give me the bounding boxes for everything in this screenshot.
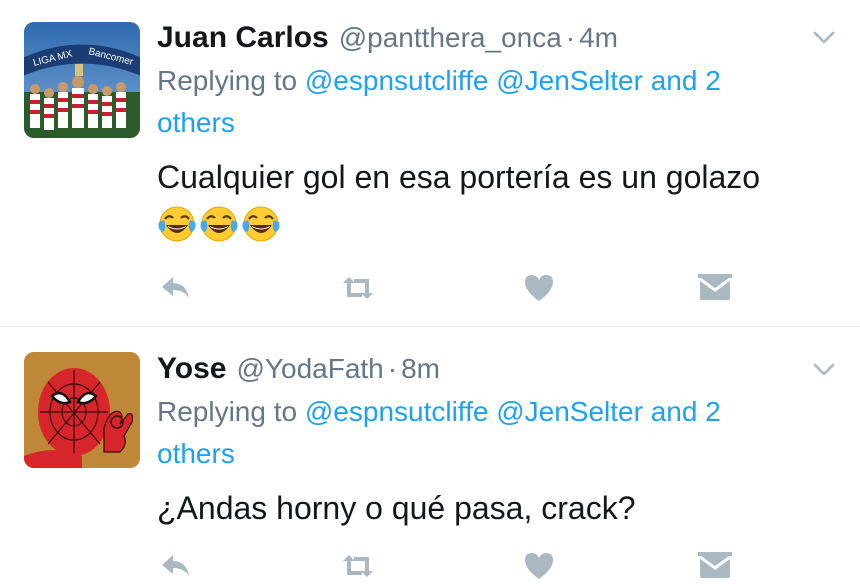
- tweet-juan-carlos[interactable]: LIGA MX Bancomer Juan Carlos @pantthera_…: [0, 0, 860, 326]
- avatar[interactable]: [24, 352, 140, 468]
- tweet-text: ¿Andas horny o qué pasa, crack?: [157, 490, 636, 526]
- user-handle[interactable]: @YodaFath: [236, 353, 383, 384]
- replying-to-line: Replying to @espnsutcliffe @JenSelter an…: [157, 391, 797, 475]
- face-with-tears-of-joy-icon: [242, 206, 280, 242]
- display-name[interactable]: Juan Carlos: [157, 21, 329, 54]
- retweet-icon: [343, 277, 373, 299]
- user-handle[interactable]: @pantthera_onca: [339, 22, 562, 53]
- retweet-button[interactable]: [340, 270, 376, 306]
- tweet-yose[interactable]: Yose @YodaFath · 8m Replying to @espnsutcli…: [0, 327, 860, 584]
- tweet-text: Cualquier gol en esa portería es un gola…: [157, 159, 761, 195]
- separator-dot: ·: [565, 22, 576, 53]
- display-name[interactable]: Yose: [157, 352, 226, 385]
- timestamp[interactable]: 8m: [401, 353, 440, 384]
- face-with-tears-of-joy-icon: [200, 206, 238, 242]
- direct-message-icon: [698, 274, 732, 300]
- like-button[interactable]: [521, 548, 557, 584]
- tweet-content: Yose @YodaFath · 8m Replying to @espnsutcli…: [157, 347, 830, 531]
- mention-link[interactable]: @espnsutcliffe: [305, 396, 489, 427]
- avatar-soccer-team-image: LIGA MX Bancomer: [24, 22, 140, 138]
- replying-prefix: Replying to: [157, 65, 298, 96]
- replying-to-line: Replying to @espnsutcliffe @JenSelter an…: [157, 60, 797, 144]
- retweet-button[interactable]: [340, 548, 376, 584]
- direct-message-button[interactable]: [697, 548, 733, 584]
- tweet-actions: [0, 270, 860, 310]
- like-icon: [525, 553, 553, 579]
- tweet-content: Juan Carlos @pantthera_onca · 4m Replying t…: [157, 16, 830, 246]
- mention-link[interactable]: @JenSelter: [496, 396, 643, 427]
- tweet-header: Yose @YodaFath · 8m: [157, 347, 830, 391]
- tweet-header: Juan Carlos @pantthera_onca · 4m: [157, 16, 830, 60]
- reply-button[interactable]: [158, 270, 194, 306]
- reply-icon: [162, 555, 189, 576]
- retweet-icon: [343, 555, 373, 577]
- chevron-down-icon[interactable]: [812, 30, 836, 46]
- avatar[interactable]: LIGA MX Bancomer: [24, 22, 140, 138]
- emoji-row: [157, 204, 830, 246]
- reply-button[interactable]: [158, 548, 194, 584]
- reply-icon: [162, 277, 189, 298]
- mention-link[interactable]: @espnsutcliffe: [305, 65, 489, 96]
- avatar-spiderman-image: [24, 352, 140, 468]
- face-with-tears-of-joy-icon: [158, 206, 196, 242]
- direct-message-button[interactable]: [697, 270, 733, 306]
- separator-dot: ·: [387, 353, 398, 384]
- tweet-actions: [0, 548, 860, 584]
- like-button[interactable]: [521, 270, 557, 306]
- mention-link[interactable]: @JenSelter: [496, 65, 643, 96]
- direct-message-icon: [698, 552, 732, 578]
- like-icon: [525, 275, 553, 301]
- chevron-down-icon[interactable]: [812, 362, 836, 378]
- replying-prefix: Replying to: [157, 396, 298, 427]
- timestamp[interactable]: 4m: [579, 22, 618, 53]
